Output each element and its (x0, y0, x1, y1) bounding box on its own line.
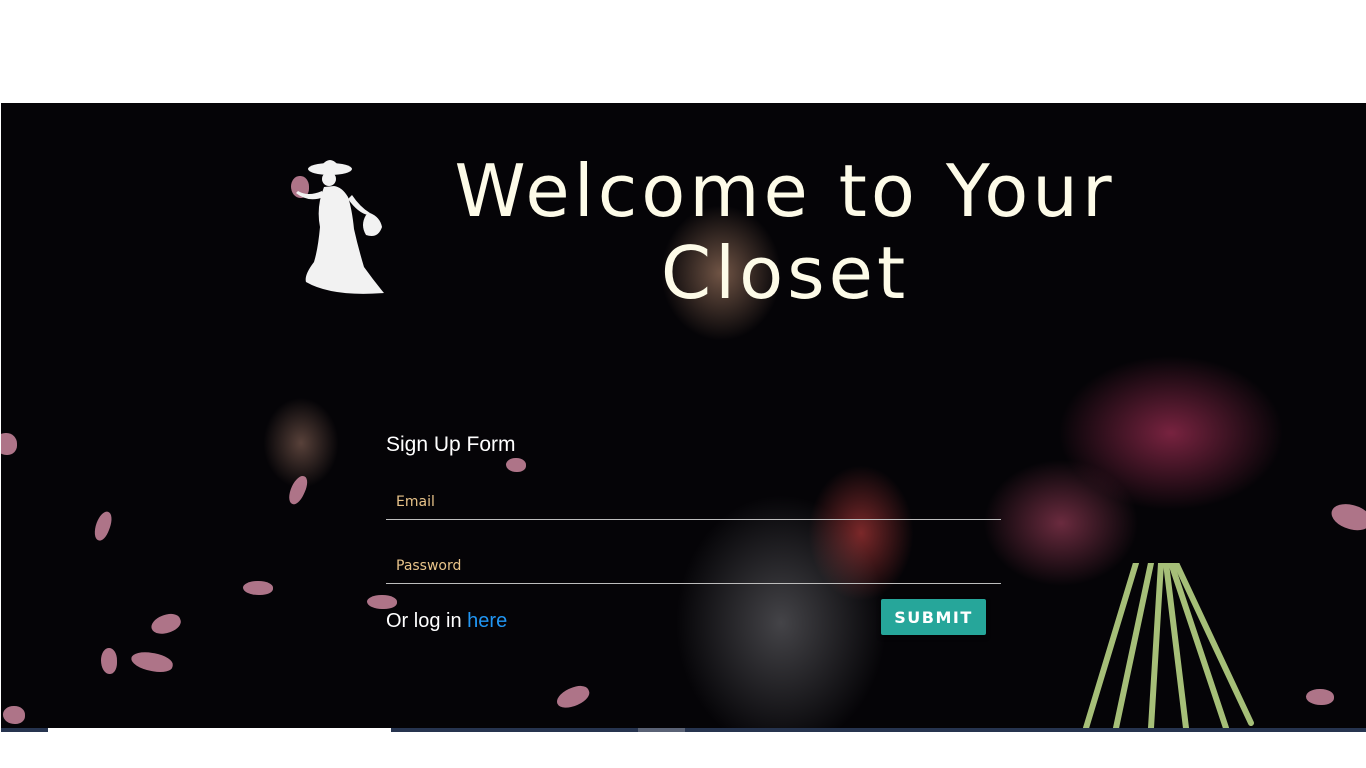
login-prefix-text: Or log in (386, 610, 462, 632)
password-field[interactable] (386, 548, 1001, 584)
petal-decoration (129, 649, 175, 675)
petal-decoration (148, 610, 184, 638)
petal-decoration (91, 509, 115, 543)
submit-button[interactable]: SUBMIT (881, 599, 986, 635)
petal-decoration (1306, 689, 1334, 705)
email-field[interactable] (386, 484, 1001, 520)
signup-form: Sign Up Form Or log in here SUBMIT (386, 432, 1001, 642)
petal-decoration (1328, 500, 1366, 534)
login-prompt: Or log in here (386, 609, 507, 633)
login-link[interactable]: here (467, 610, 507, 632)
bottom-bar-segment (48, 728, 391, 732)
petal-decoration (285, 473, 311, 507)
petal-decoration (243, 581, 273, 595)
petal-decoration (1, 433, 17, 455)
bottom-scroll-bar (1, 728, 1366, 732)
lady-silhouette-icon (296, 160, 384, 294)
page-title: Welcome to Your Closet (454, 149, 1116, 315)
form-title: Sign Up Form (386, 433, 516, 456)
flower-stems (1083, 563, 1254, 728)
petal-decoration (553, 681, 593, 713)
petal-decoration (3, 706, 25, 724)
petal-decoration (101, 648, 117, 674)
bottom-bar-segment (638, 728, 685, 732)
